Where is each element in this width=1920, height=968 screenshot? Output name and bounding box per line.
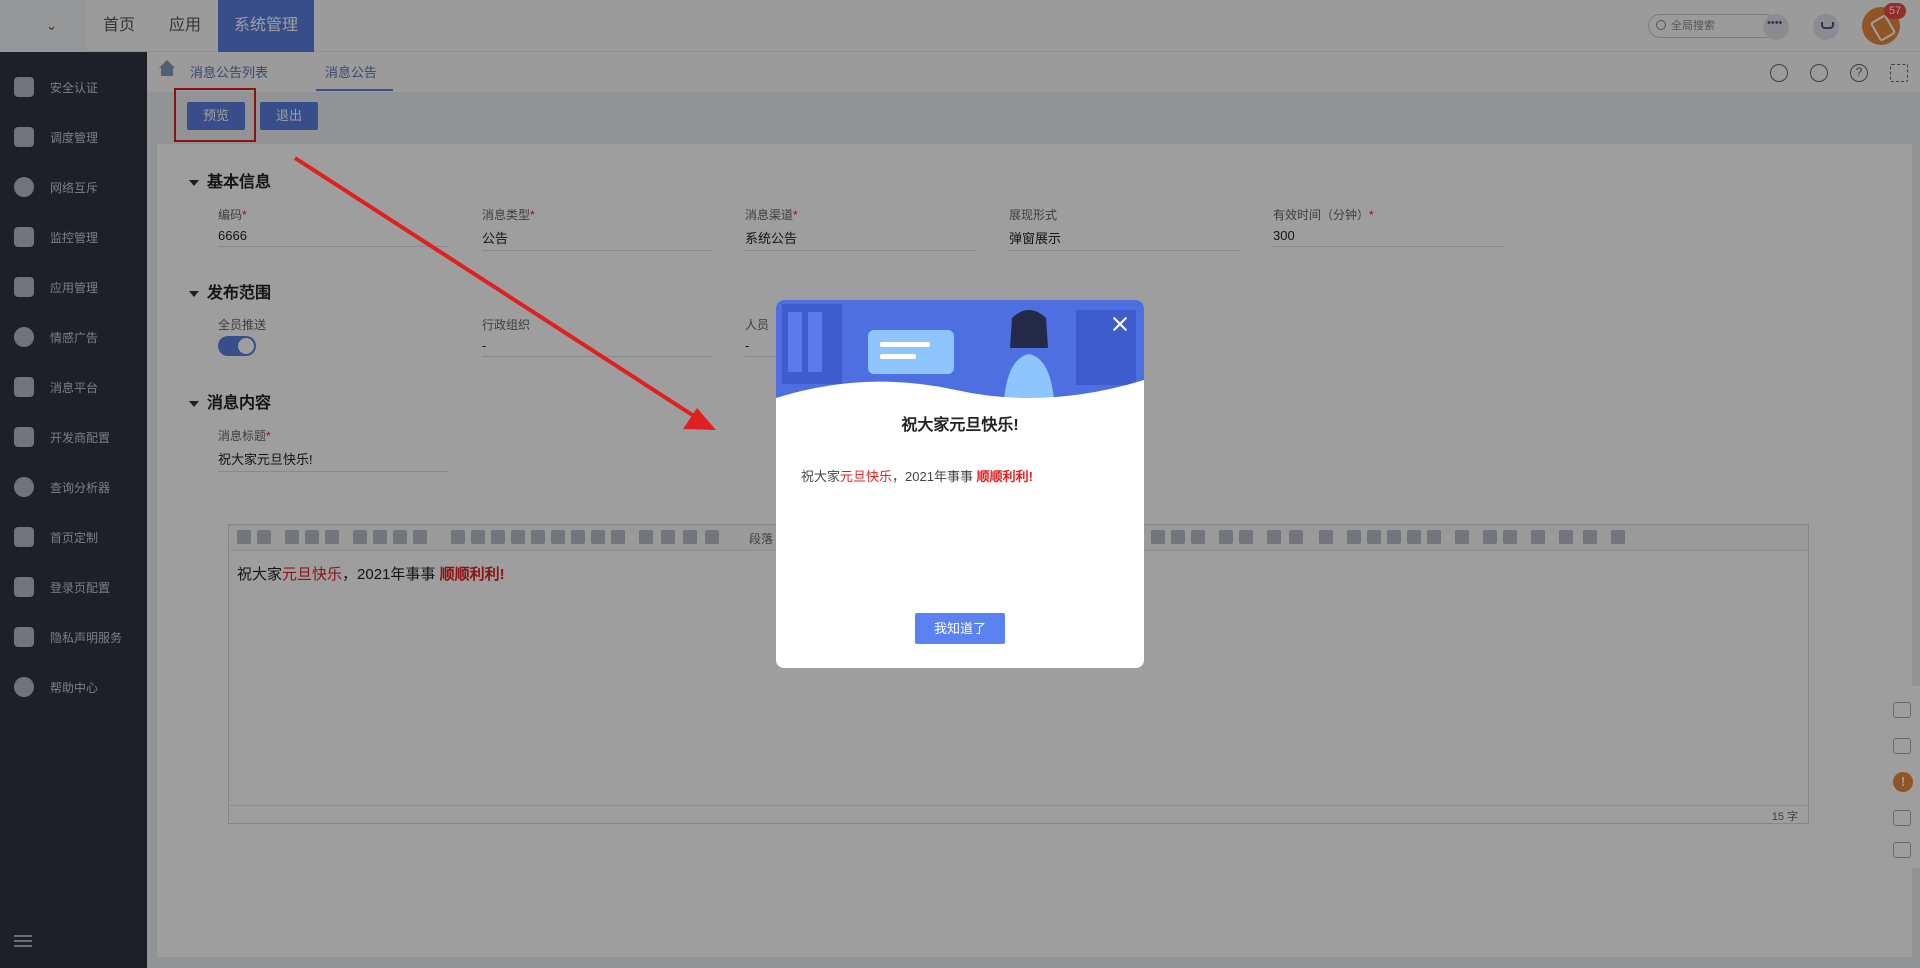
modal-title: 祝大家元旦快乐! [901, 417, 1019, 434]
close-icon[interactable] [1108, 312, 1132, 336]
announcement-preview-modal: 祝大家元旦快乐! 祝大家元旦快乐，2021年事事 顺顺利利! 我知道了 [776, 300, 1144, 668]
modal-body: 祝大家元旦快乐，2021年事事 顺顺利利! [801, 469, 1033, 484]
confirm-button[interactable]: 我知道了 [915, 613, 1005, 644]
modal-hero-illustration [776, 300, 1144, 400]
